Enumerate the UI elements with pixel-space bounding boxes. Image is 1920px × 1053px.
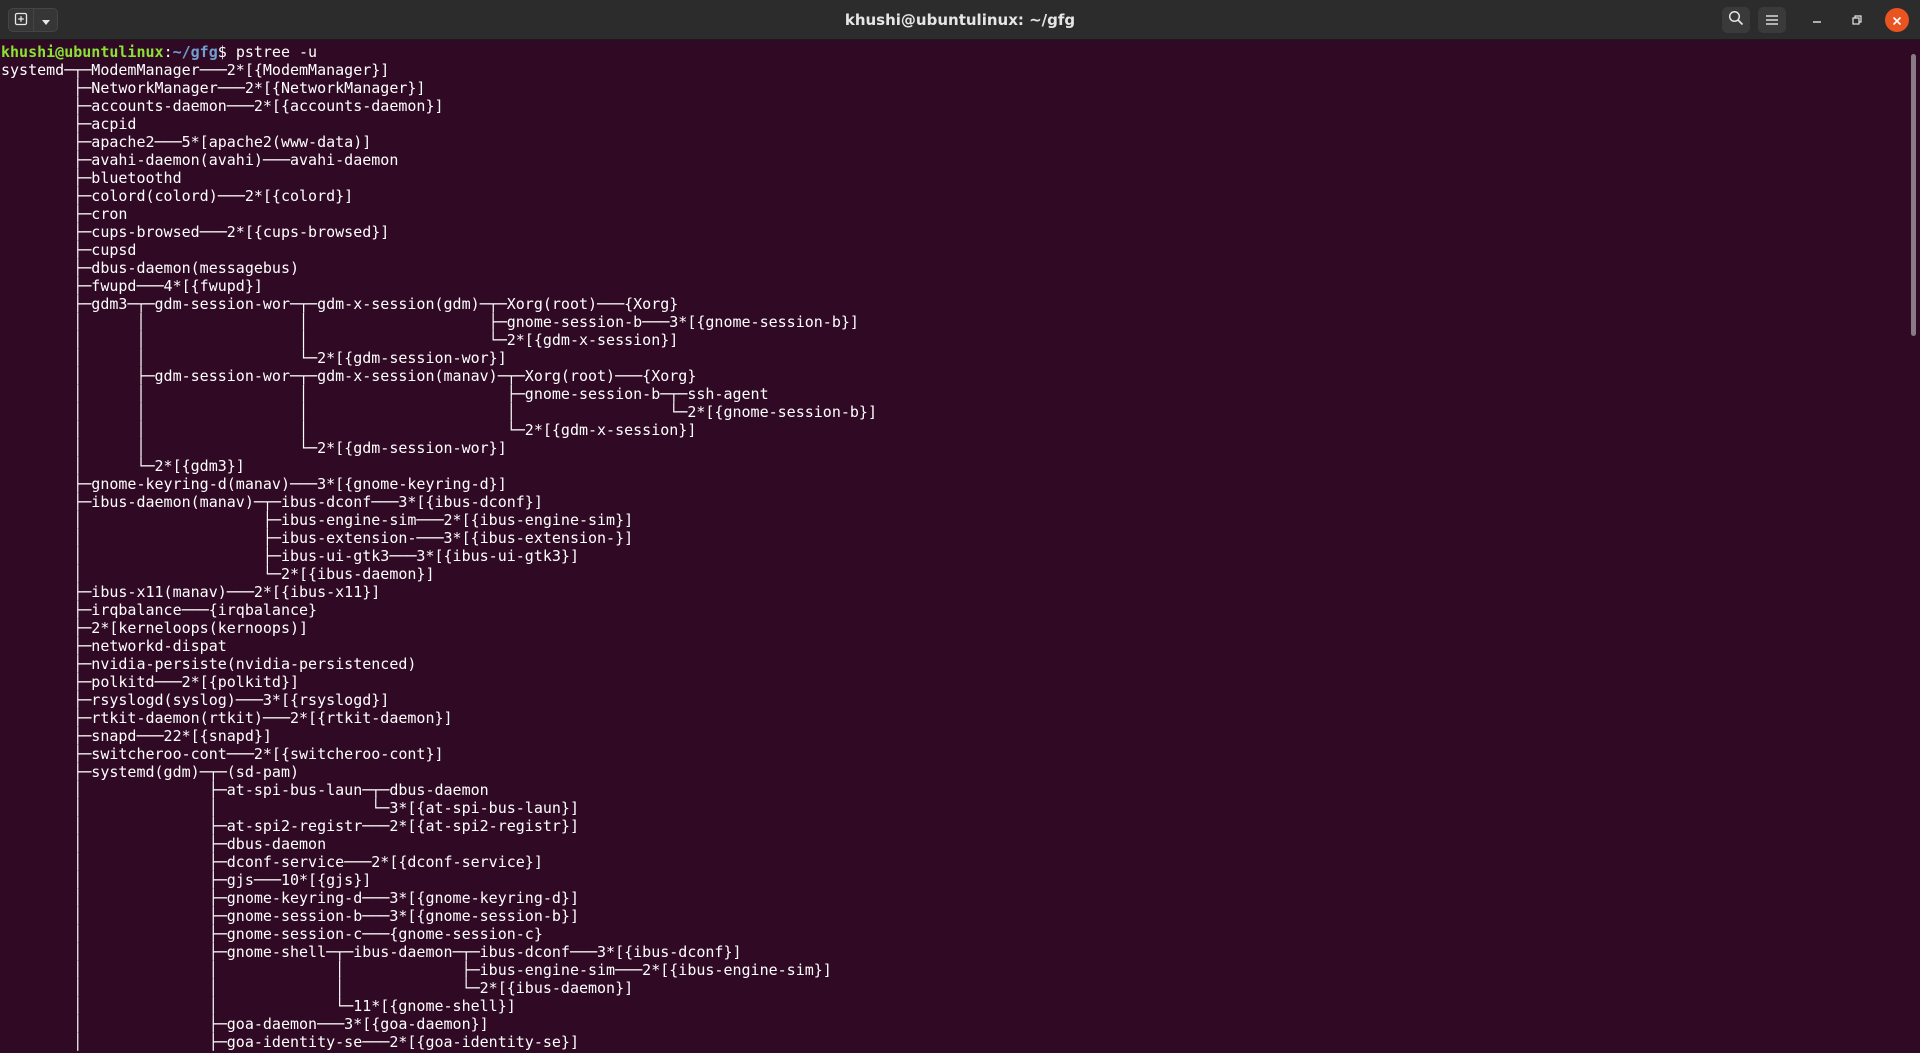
new-tab-icon [14, 11, 28, 30]
prompt-path: ~/gfg [172, 43, 218, 61]
search-icon [1728, 10, 1744, 30]
close-button[interactable] [1885, 8, 1909, 32]
command-text: pstree -u [235, 43, 318, 61]
hamburger-menu-icon [1765, 11, 1779, 30]
terminal-text: khushi@ubuntulinux:~/gfg$ pstree -u syst… [0, 40, 1908, 1051]
scrollbar-thumb[interactable] [1911, 54, 1916, 336]
maximize-button[interactable] [1845, 8, 1869, 32]
close-icon [1892, 11, 1902, 30]
minimize-button[interactable] [1805, 8, 1829, 32]
restore-icon [1851, 11, 1863, 30]
title-bar: khushi@ubuntulinux: ~/gfg [0, 0, 1920, 40]
command-output: systemd─┬─ModemManager───2*[{ModemManage… [1, 61, 877, 1051]
chevron-down-icon [41, 11, 51, 30]
new-tab-button[interactable] [9, 9, 34, 31]
new-tab-split-button[interactable] [8, 8, 58, 32]
prompt-line: khushi@ubuntulinux:~/gfg$ pstree -u [1, 43, 317, 61]
terminal-area[interactable]: khushi@ubuntulinux:~/gfg$ pstree -u syst… [0, 40, 1908, 1053]
prompt-user: khushi@ubuntulinux [1, 43, 164, 61]
minimize-icon [1811, 11, 1823, 30]
tab-menu-button[interactable] [34, 9, 58, 31]
prompt-separator: : [163, 43, 173, 61]
vertical-scrollbar[interactable] [1910, 40, 1918, 1053]
search-button[interactable] [1722, 7, 1750, 33]
window-title: khushi@ubuntulinux: ~/gfg [844, 11, 1076, 29]
menu-button[interactable] [1758, 7, 1786, 33]
prompt-symbol: $ [217, 43, 236, 61]
